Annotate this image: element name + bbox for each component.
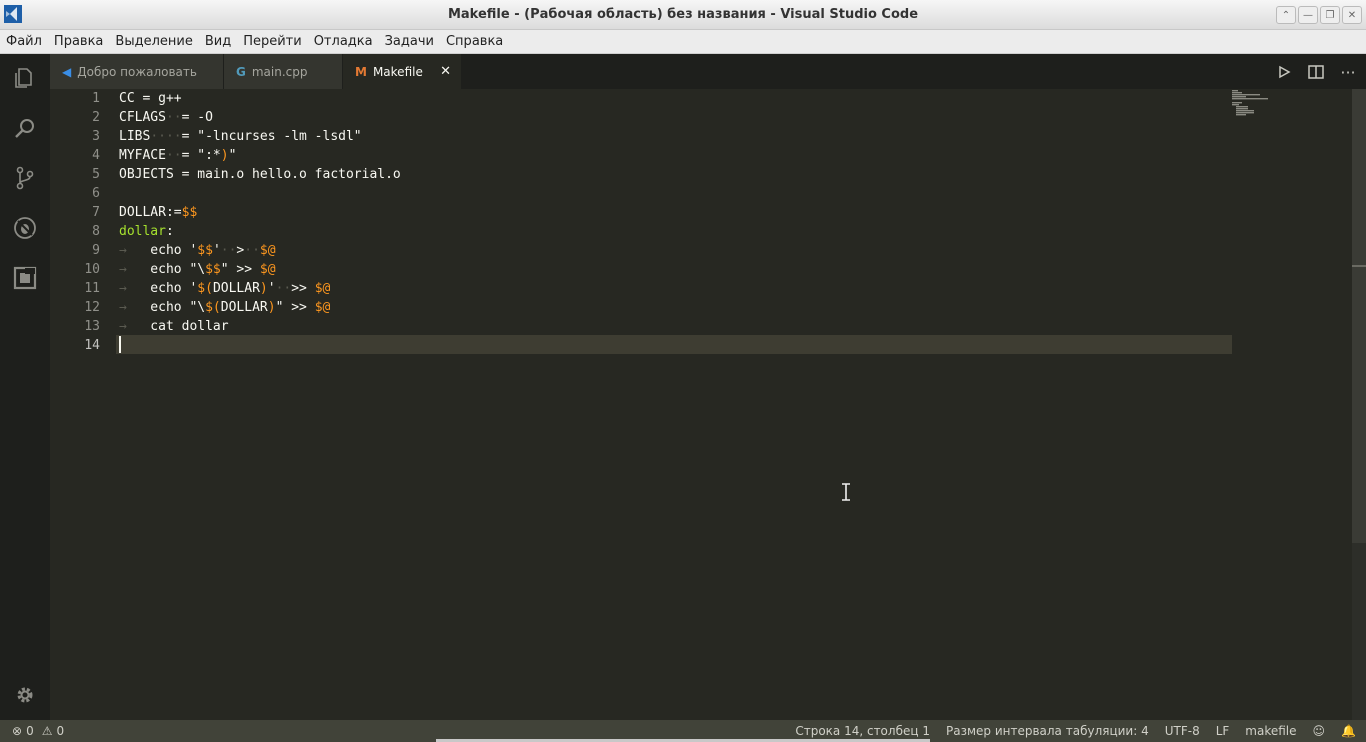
menu-selection[interactable]: Выделение: [115, 34, 192, 49]
source-control-icon[interactable]: [13, 166, 37, 190]
minimap[interactable]: [1232, 89, 1352, 129]
vertical-scrollbar[interactable]: [1352, 89, 1366, 720]
code-line: dollar:: [119, 224, 174, 239]
run-icon[interactable]: [1274, 62, 1294, 82]
close-window-icon[interactable]: ✕: [1342, 6, 1362, 24]
debug-icon[interactable]: [13, 216, 37, 240]
error-count: 0: [26, 724, 34, 738]
text-cursor: [119, 336, 121, 353]
scrollbar-thumb[interactable]: [1352, 89, 1366, 543]
line-number: 11: [84, 281, 100, 296]
settings-gear-icon[interactable]: [14, 684, 36, 706]
cursor-position[interactable]: Строка 14, столбец 1: [795, 724, 930, 738]
line-number: 14: [84, 338, 100, 353]
error-icon: ⊗: [12, 724, 23, 738]
editor-tabs: ◀ Добро пожаловать G main.cpp M Makefile…: [50, 54, 1366, 89]
code-line: CC = g++: [119, 91, 182, 106]
menu-file[interactable]: Файл: [6, 34, 42, 49]
notifications-bell-icon[interactable]: 🔔: [1341, 724, 1356, 738]
menu-go[interactable]: Перейти: [243, 34, 302, 49]
warning-count: 0: [56, 724, 65, 738]
line-number: 13: [84, 319, 100, 334]
menu-bar: Файл Правка Выделение Вид Перейти Отладк…: [0, 30, 1366, 54]
extensions-icon[interactable]: [13, 266, 37, 290]
indentation[interactable]: Размер интервала табуляции: 4: [946, 724, 1149, 738]
line-number: 1: [92, 91, 100, 106]
menu-tasks[interactable]: Задачи: [385, 34, 434, 49]
code-line: DOLLAR:=$$: [119, 205, 198, 220]
split-editor-icon[interactable]: [1306, 62, 1326, 82]
cpp-file-icon: G: [236, 64, 246, 79]
close-tab-icon[interactable]: ✕: [440, 64, 451, 79]
scrollbar-cursor-marker: [1352, 265, 1366, 267]
vscode-logo-icon: ◀: [62, 64, 72, 79]
line-number: 3: [92, 129, 100, 144]
editor-actions: ···: [1274, 62, 1358, 82]
warning-icon: ⚠: [41, 724, 53, 738]
line-number: 8: [92, 224, 100, 239]
line-number: 2: [92, 110, 100, 125]
explorer-icon[interactable]: [13, 66, 37, 90]
code-line: → echo '$$'··>··$@: [119, 243, 276, 258]
code-line: → echo '$(DOLLAR)'··>> $@: [119, 281, 331, 296]
language-mode[interactable]: makefile: [1245, 724, 1296, 738]
problems-indicator[interactable]: ⊗ 0 ⚠ 0: [12, 724, 64, 738]
current-line-highlight: [116, 335, 1232, 354]
window-controls: ⌃ — ❐ ✕: [1276, 6, 1362, 24]
status-right: Строка 14, столбец 1 Размер интервала та…: [795, 724, 1356, 738]
code-line: → echo "\$$" >> $@: [119, 262, 276, 277]
encoding[interactable]: UTF-8: [1165, 724, 1200, 738]
line-number: 5: [92, 167, 100, 182]
line-number: 12: [84, 300, 100, 315]
line-number: 4: [92, 148, 100, 163]
line-number: 6: [92, 186, 100, 201]
title-bar: Makefile - (Рабочая область) без названи…: [0, 0, 1366, 30]
minimize-icon[interactable]: —: [1298, 6, 1318, 24]
menu-debug[interactable]: Отладка: [314, 34, 373, 49]
line-number: 10: [84, 262, 100, 277]
tab-main-cpp[interactable]: G main.cpp: [224, 54, 342, 89]
code-line: → cat dollar: [119, 319, 229, 334]
code-line: MYFACE··= ":*)": [119, 148, 237, 163]
menu-edit[interactable]: Правка: [54, 34, 103, 49]
search-icon[interactable]: [13, 116, 37, 140]
code-line: LIBS····= "-lncurses -lm -lsdl": [119, 129, 362, 144]
end-of-line[interactable]: LF: [1216, 724, 1230, 738]
line-number: 7: [92, 205, 100, 220]
tab-welcome[interactable]: ◀ Добро пожаловать: [50, 54, 223, 89]
code-editor[interactable]: 1 2 3 4 5 6 7 8 9 10 11 12 13 14 CC = g+…: [50, 89, 1366, 720]
tab-label: Makefile: [372, 64, 423, 79]
code-line: → echo "\$(DOLLAR)" >> $@: [119, 300, 331, 315]
code-line: CFLAGS··= -O: [119, 110, 213, 125]
menu-help[interactable]: Справка: [446, 34, 503, 49]
code-line: OBJECTS = main.o hello.o factorial.o: [119, 167, 401, 182]
tab-label: main.cpp: [251, 64, 308, 79]
tab-label: Добро пожаловать: [77, 64, 197, 79]
window-title: Makefile - (Рабочая область) без названи…: [447, 7, 919, 22]
feedback-smiley-icon[interactable]: ☺: [1313, 724, 1326, 738]
makefile-icon: M: [355, 64, 367, 79]
activity-bar: [0, 54, 50, 720]
tab-makefile[interactable]: M Makefile ✕: [343, 54, 461, 89]
maximize-icon[interactable]: ❐: [1320, 6, 1340, 24]
window-up-icon[interactable]: ⌃: [1276, 6, 1296, 24]
mouse-ibeam-cursor: [842, 483, 850, 501]
menu-view[interactable]: Вид: [205, 34, 231, 49]
more-actions-icon[interactable]: ···: [1338, 62, 1358, 82]
line-number: 9: [92, 243, 100, 258]
